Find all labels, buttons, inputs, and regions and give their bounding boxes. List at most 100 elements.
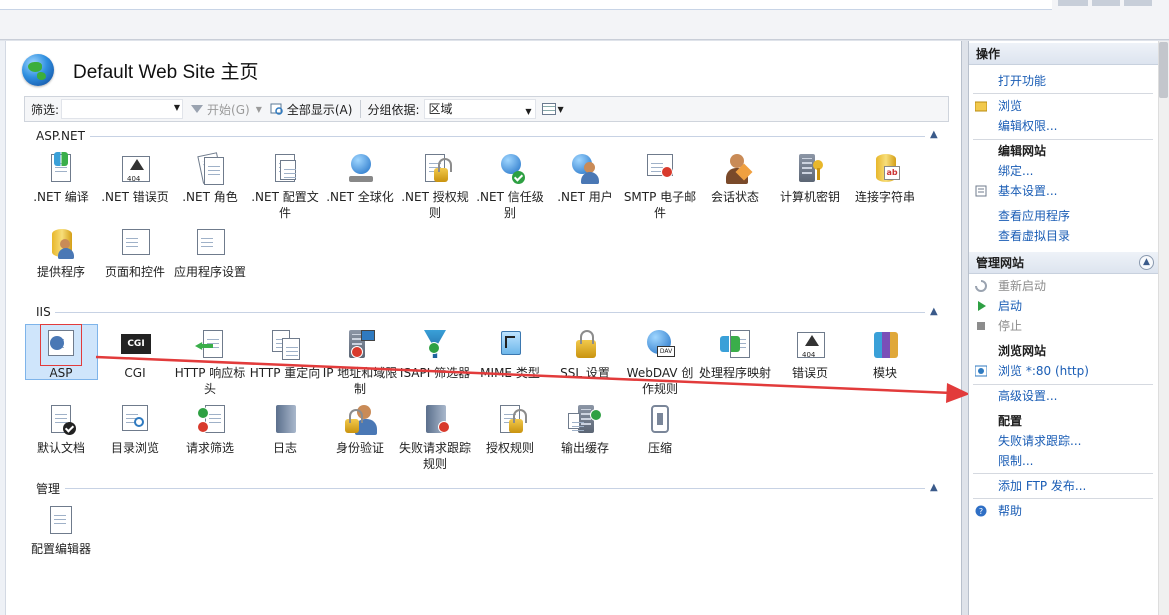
feature-connection-strings[interactable]: ab 连接字符串 [847,152,923,205]
filter-input[interactable]: ▼ [61,99,184,119]
feature-net-compilation[interactable]: .NET 编译 [23,152,99,205]
actions-separator [973,93,1153,94]
feature-machine-key[interactable]: 计算机密钥 [772,152,848,205]
feature-pages-and-controls[interactable]: 页面和控件 [97,227,173,280]
action-help[interactable]: 帮助 [998,503,1022,519]
feature-asp[interactable]: ASP [23,324,99,381]
action-browse[interactable]: 浏览 [998,98,1022,114]
feature-net-users[interactable]: .NET 用户 [547,152,623,205]
actions-separator [973,498,1153,499]
feature-net-globalization[interactable]: .NET 全球化 [322,152,398,205]
action-view-applications[interactable]: 查看应用程序 [998,208,1070,224]
action-basic-settings[interactable]: 基本设置... [998,183,1057,199]
window-button[interactable] [1092,0,1120,6]
feature-http-redirect[interactable]: HTTP 重定向 [247,328,323,381]
feature-mime-types[interactable]: MIME 类型 [472,328,548,381]
feature-net-authorization-rules[interactable]: .NET 授权规则 [397,152,473,221]
pages-controls-icon [118,227,152,261]
actions-scrollbar[interactable] [1158,41,1169,615]
action-view-virtual-directories[interactable]: 查看虚拟目录 [998,228,1070,244]
action-bindings[interactable]: 绑定... [998,163,1033,179]
scrollbar-thumb[interactable] [1159,42,1168,98]
page-title: Default Web Site 主页 [73,61,259,83]
window-button[interactable] [1058,0,1088,6]
trust-levels-icon [493,152,527,186]
action-browse-port-80[interactable]: 浏览 *:80 (http) [998,363,1089,379]
feature-authorization-rules[interactable]: 授权规则 [472,403,548,456]
feature-net-error-pages[interactable]: .NET 错误页 [97,152,173,205]
action-start[interactable]: 启动 [998,298,1022,314]
feature-ip-domain-restrictions[interactable]: IP 地址和域限制 [322,328,398,397]
view-mode-button[interactable]: ▼ [541,103,564,115]
feature-handler-mappings[interactable]: 处理程序映射 [697,328,773,381]
collapse-up-icon[interactable]: ▲ [1139,255,1154,270]
error-page-icon [793,328,827,363]
feature-providers[interactable]: 提供程序 [23,227,99,280]
website-globe-icon [22,54,54,86]
filter-toolbar: 筛选: ▼ 开始(G) ▼ 全部显示(A) 分组依据: 区域 ▼ ▼ [24,96,949,122]
browse-folder-icon [975,101,987,112]
dropdown-arrow-icon[interactable]: ▼ [525,103,531,121]
group-by-select[interactable]: 区域 ▼ [423,99,536,121]
window-button[interactable] [1124,0,1152,6]
action-restart[interactable]: 重新启动 [998,278,1046,294]
dropdown-arrow-icon[interactable]: ▼ [256,105,262,114]
feature-error-pages[interactable]: 错误页 [772,328,848,381]
feature-logging[interactable]: 日志 [247,403,323,456]
collapse-chevron-icon[interactable]: ▲ [930,129,938,140]
feature-modules[interactable]: 模块 [847,328,923,381]
section-title: IIS [36,305,51,319]
app-settings-icon [193,227,227,261]
action-limits[interactable]: 限制... [998,453,1033,469]
feature-configuration-editor[interactable]: 配置编辑器 [23,504,99,557]
action-open-feature[interactable]: 打开功能 [998,73,1046,89]
ssl-lock-icon [568,328,602,362]
feature-net-trust-levels[interactable]: .NET 信任级别 [472,152,548,221]
feature-http-response-headers[interactable]: HTTP 响应标头 [172,328,248,397]
dropdown-arrow-icon[interactable]: ▼ [174,103,180,112]
feature-session-state[interactable]: 会话状态 [697,152,773,205]
feature-request-filtering[interactable]: 请求筛选 [172,403,248,456]
output-caching-icon [568,403,602,437]
action-failed-request-tracing[interactable]: 失败请求跟踪... [998,433,1081,449]
section-aspnet-header[interactable]: ASP.NET [36,128,85,144]
default-document-icon [44,403,78,437]
section-management-header[interactable]: 管理 [36,480,60,496]
feature-app-settings[interactable]: 应用程序设置 [172,227,248,280]
show-all-button[interactable]: 全部显示(A) [270,101,352,118]
edit-site-heading: 编辑网站 [998,144,1047,158]
feature-net-profile[interactable]: .NET 配置文件 [247,152,323,221]
address-bar[interactable] [0,0,1052,10]
feature-isapi-filters[interactable]: ISAPI 筛选器 [397,328,473,381]
actions-separator [973,139,1153,140]
action-add-ftp-publishing[interactable]: 添加 FTP 发布... [998,478,1086,494]
feature-default-document[interactable]: 默认文档 [23,403,99,456]
feature-directory-browsing[interactable]: 目录浏览 [97,403,173,456]
browse-web-icon [975,365,987,377]
feature-smtp-email[interactable]: SMTP 电子邮件 [622,152,698,221]
feature-compression[interactable]: 压缩 [622,403,698,456]
section-iis-header[interactable]: IIS [36,304,51,320]
collapse-chevron-icon[interactable]: ▲ [930,482,938,493]
browse-site-heading: 浏览网站 [998,344,1047,358]
window-top-strip [0,0,1169,40]
action-advanced-settings[interactable]: 高级设置... [998,388,1057,404]
feature-net-roles[interactable]: .NET 角色 [172,152,248,205]
webdav-icon: DAV [643,328,677,362]
authorization-rules-icon [493,403,527,437]
feature-authentication[interactable]: 身份验证 [322,403,398,456]
feature-failed-request-tracing[interactable]: 失败请求跟踪规则 [397,403,473,472]
action-edit-permissions[interactable]: 编辑权限... [998,118,1057,134]
feature-ssl-settings[interactable]: SSL 设置 [547,328,623,381]
feature-cgi[interactable]: CGI CGI [97,328,173,381]
feature-webdav-authoring[interactable]: DAV WebDAV 创作规则 [622,328,698,397]
machine-key-icon [793,152,827,186]
restart-icon [975,280,987,292]
profile-icon [268,152,302,186]
start-filter-button[interactable]: 开始(G) ▼ [191,101,262,118]
collapse-chevron-icon[interactable]: ▲ [930,306,938,317]
dropdown-arrow-icon[interactable]: ▼ [558,105,564,114]
action-stop[interactable]: 停止 [998,318,1022,334]
feature-output-caching[interactable]: 输出缓存 [547,403,623,456]
error-page-icon [118,152,152,187]
